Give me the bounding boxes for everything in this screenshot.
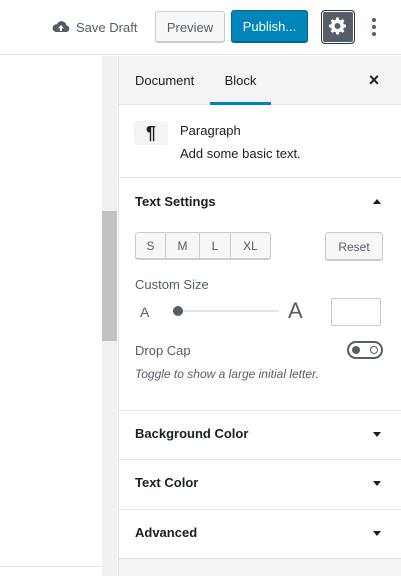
reset-button[interactable]: Reset	[325, 232, 383, 261]
chevron-down-icon	[373, 432, 381, 437]
chevron-up-icon	[373, 199, 381, 204]
advanced-title: Advanced	[135, 525, 198, 540]
preview-button[interactable]: Preview	[155, 11, 225, 43]
block-card: ¶ Paragraph Add some basic text.	[119, 106, 401, 178]
settings-button[interactable]	[321, 10, 355, 44]
advanced-panel[interactable]: Advanced	[119, 510, 401, 558]
font-size-m-button[interactable]: M	[165, 232, 200, 260]
custom-size-slider[interactable]	[173, 310, 279, 312]
settings-sidebar: Document Block × ¶ Paragraph Add some ba…	[118, 56, 401, 576]
text-settings-header[interactable]: Text Settings	[119, 179, 401, 227]
editor-canvas[interactable]	[0, 56, 117, 576]
tab-document[interactable]: Document	[135, 56, 194, 105]
font-size-s-button[interactable]: S	[135, 232, 166, 260]
background-color-panel[interactable]: Background Color	[119, 411, 401, 459]
drop-cap-label: Drop Cap	[135, 343, 191, 358]
sidebar-footer	[119, 558, 401, 576]
save-draft-label: Save Draft	[76, 19, 138, 35]
large-a-label: A	[288, 298, 303, 323]
close-icon[interactable]: ×	[364, 70, 384, 90]
cloud-upload-icon	[52, 20, 70, 34]
save-draft-button[interactable]: Save Draft	[52, 17, 137, 37]
slider-handle[interactable]	[173, 306, 183, 316]
editor-toolbar: Save Draft Preview Publish...	[0, 0, 401, 55]
toggle-off-indicator	[370, 346, 378, 354]
chevron-down-icon	[373, 481, 381, 486]
publish-button[interactable]: Publish...	[231, 10, 308, 43]
block-description: Add some basic text.	[180, 146, 301, 161]
text-color-panel[interactable]: Text Color	[119, 460, 401, 508]
custom-size-input[interactable]	[331, 298, 381, 326]
scrollbar-thumb[interactable]	[102, 211, 117, 341]
drop-cap-help: Toggle to show a large initial letter.	[135, 367, 319, 381]
background-color-title: Background Color	[135, 426, 249, 441]
text-color-title: Text Color	[135, 475, 199, 490]
font-size-picker: S M L XL	[135, 232, 271, 260]
gear-icon	[328, 16, 348, 39]
font-size-xl-button[interactable]: XL	[230, 232, 271, 260]
font-size-l-button[interactable]: L	[199, 232, 231, 260]
text-settings-title: Text Settings	[135, 194, 216, 209]
more-options-button[interactable]	[364, 14, 384, 40]
paragraph-icon: ¶	[134, 121, 168, 145]
custom-size-label: Custom Size	[135, 277, 209, 292]
sidebar-tabs: Document Block ×	[119, 56, 401, 105]
block-title: Paragraph	[180, 123, 241, 138]
vertical-ellipsis-icon	[372, 18, 376, 22]
tab-block[interactable]: Block	[210, 56, 271, 105]
toggle-knob	[352, 346, 360, 354]
chevron-down-icon	[373, 531, 381, 536]
drop-cap-toggle[interactable]	[347, 341, 383, 359]
small-a-label: A	[140, 304, 150, 320]
divider	[0, 566, 102, 567]
